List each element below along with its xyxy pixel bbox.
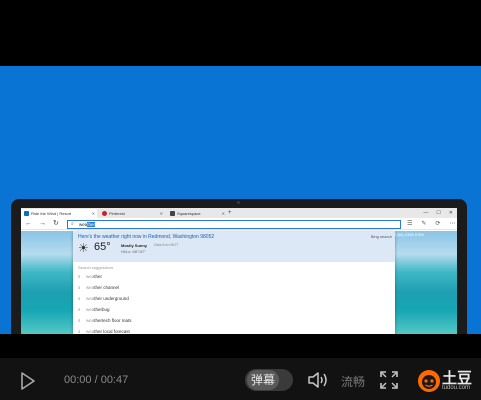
- fullscreen-icon[interactable]: [380, 371, 398, 389]
- autocomplete-selection: ther: [87, 222, 96, 227]
- close-window-icon[interactable]: ✕: [449, 208, 453, 218]
- weather-headline: Here's the weather right now in Redmond,…: [78, 234, 215, 240]
- close-tab-icon[interactable]: ✕: [160, 209, 163, 218]
- player-controls: 00:00 / 00:47 弹幕 流畅 土豆 tudou.com: [0, 358, 481, 400]
- quality-selector[interactable]: 流畅: [341, 373, 365, 390]
- minimize-icon[interactable]: —: [423, 208, 428, 218]
- suggestion-item[interactable]: ⌕ weather channel: [78, 283, 388, 293]
- pinterest-favicon-icon: [102, 211, 107, 216]
- address-text: weather: [79, 221, 96, 228]
- search-icon: ⌕: [78, 274, 81, 279]
- weather-card[interactable]: Here's the weather right now in Redmond,…: [73, 231, 395, 262]
- laptop-camera: [237, 201, 240, 204]
- volume-icon[interactable]: [307, 371, 329, 389]
- reading-list-icon[interactable]: ☰: [407, 218, 412, 230]
- address-bar[interactable]: ⌕ weather: [67, 220, 401, 229]
- temperature: 65°: [94, 241, 111, 253]
- suggestion-item[interactable]: ⌕ weather local forecast: [78, 327, 388, 334]
- tudou-logo[interactable]: 土豆 tudou.com: [417, 367, 475, 395]
- browser-window: Ride the Wind | Resort ✕ Pinterest ✕ Squ…: [21, 208, 457, 334]
- search-icon: ⌕: [78, 318, 81, 323]
- tab-bar: Ride the Wind | Resort ✕ Pinterest ✕ Squ…: [21, 208, 457, 218]
- suggestions-dropdown: Here's the weather right now in Redmond,…: [73, 231, 395, 334]
- tab-label: Squarespace: [177, 211, 201, 216]
- danmu-label: 弹幕: [247, 370, 279, 390]
- search-icon: ⌕: [71, 221, 74, 227]
- video-frame[interactable]: Ride the Wind | Resort ✕ Pinterest ✕ Squ…: [0, 66, 481, 334]
- search-icon: ⌕: [78, 329, 81, 334]
- danmu-toggle[interactable]: 弹幕: [245, 369, 293, 391]
- play-icon[interactable]: [20, 372, 36, 390]
- toolbar-icons: ☰ ✎ ⟳ ⋯: [407, 218, 455, 230]
- weather-hilo: Hi/Lo: 68°/47°: [121, 249, 146, 254]
- back-arrow-icon[interactable]: ←: [25, 218, 32, 230]
- more-icon[interactable]: ⋯: [449, 218, 455, 230]
- sun-icon: ☀: [78, 241, 89, 255]
- window-controls: — ☐ ✕: [423, 208, 453, 218]
- refresh-icon[interactable]: ↻: [53, 218, 59, 230]
- forward-arrow-icon[interactable]: →: [39, 218, 46, 230]
- search-icon: ⌕: [78, 307, 81, 312]
- tab-label: Pinterest: [109, 211, 125, 216]
- search-icon: ⌕: [78, 296, 81, 301]
- weather-condition: Mostly Sunny: [121, 243, 148, 248]
- web-note-icon[interactable]: ✎: [421, 218, 426, 230]
- bing-search-link[interactable]: Bing search: [371, 234, 392, 239]
- new-tab-icon[interactable]: +: [228, 208, 232, 218]
- tudou-potato-icon: [418, 370, 440, 392]
- search-icon: ⌕: [78, 285, 81, 290]
- resort-favicon-icon: [24, 211, 29, 216]
- tab-ride-the-wind[interactable]: Ride the Wind | Resort ✕: [21, 209, 97, 218]
- close-tab-icon[interactable]: ✕: [92, 209, 95, 218]
- tab-squarespace[interactable]: Squarespace ✕: [167, 209, 227, 218]
- maximize-icon[interactable]: ☐: [436, 208, 440, 218]
- close-tab-icon[interactable]: ✕: [222, 209, 225, 218]
- suggestions-title: Search suggestions: [78, 265, 114, 270]
- nav-bar: ← → ↻ ⌕ weather ☰ ✎ ⟳ ⋯: [21, 218, 457, 230]
- logo-domain: tudou.com: [442, 385, 471, 391]
- share-icon[interactable]: ⟳: [435, 218, 440, 230]
- playback-time: 00:00 / 00:47: [64, 374, 129, 386]
- video-player: Ride the Wind | Resort ✕ Pinterest ✕ Squ…: [0, 0, 481, 400]
- page-contact: +1(55) 2385 6789: [392, 232, 424, 237]
- suggestion-item[interactable]: ⌕ weather: [78, 272, 388, 282]
- tab-label: Ride the Wind | Resort: [31, 211, 72, 216]
- suggestion-item[interactable]: ⌕ weather underground: [78, 294, 388, 304]
- laptop: Ride the Wind | Resort ✕ Pinterest ✕ Squ…: [11, 199, 467, 334]
- suggestion-item[interactable]: ⌕ weathertech floor mats: [78, 316, 388, 326]
- squarespace-favicon-icon: [170, 211, 175, 216]
- suggestion-item[interactable]: ⌕ weatherbug: [78, 305, 388, 315]
- weather-source: Data from MOT: [154, 243, 179, 247]
- tab-pinterest[interactable]: Pinterest ✕: [99, 209, 165, 218]
